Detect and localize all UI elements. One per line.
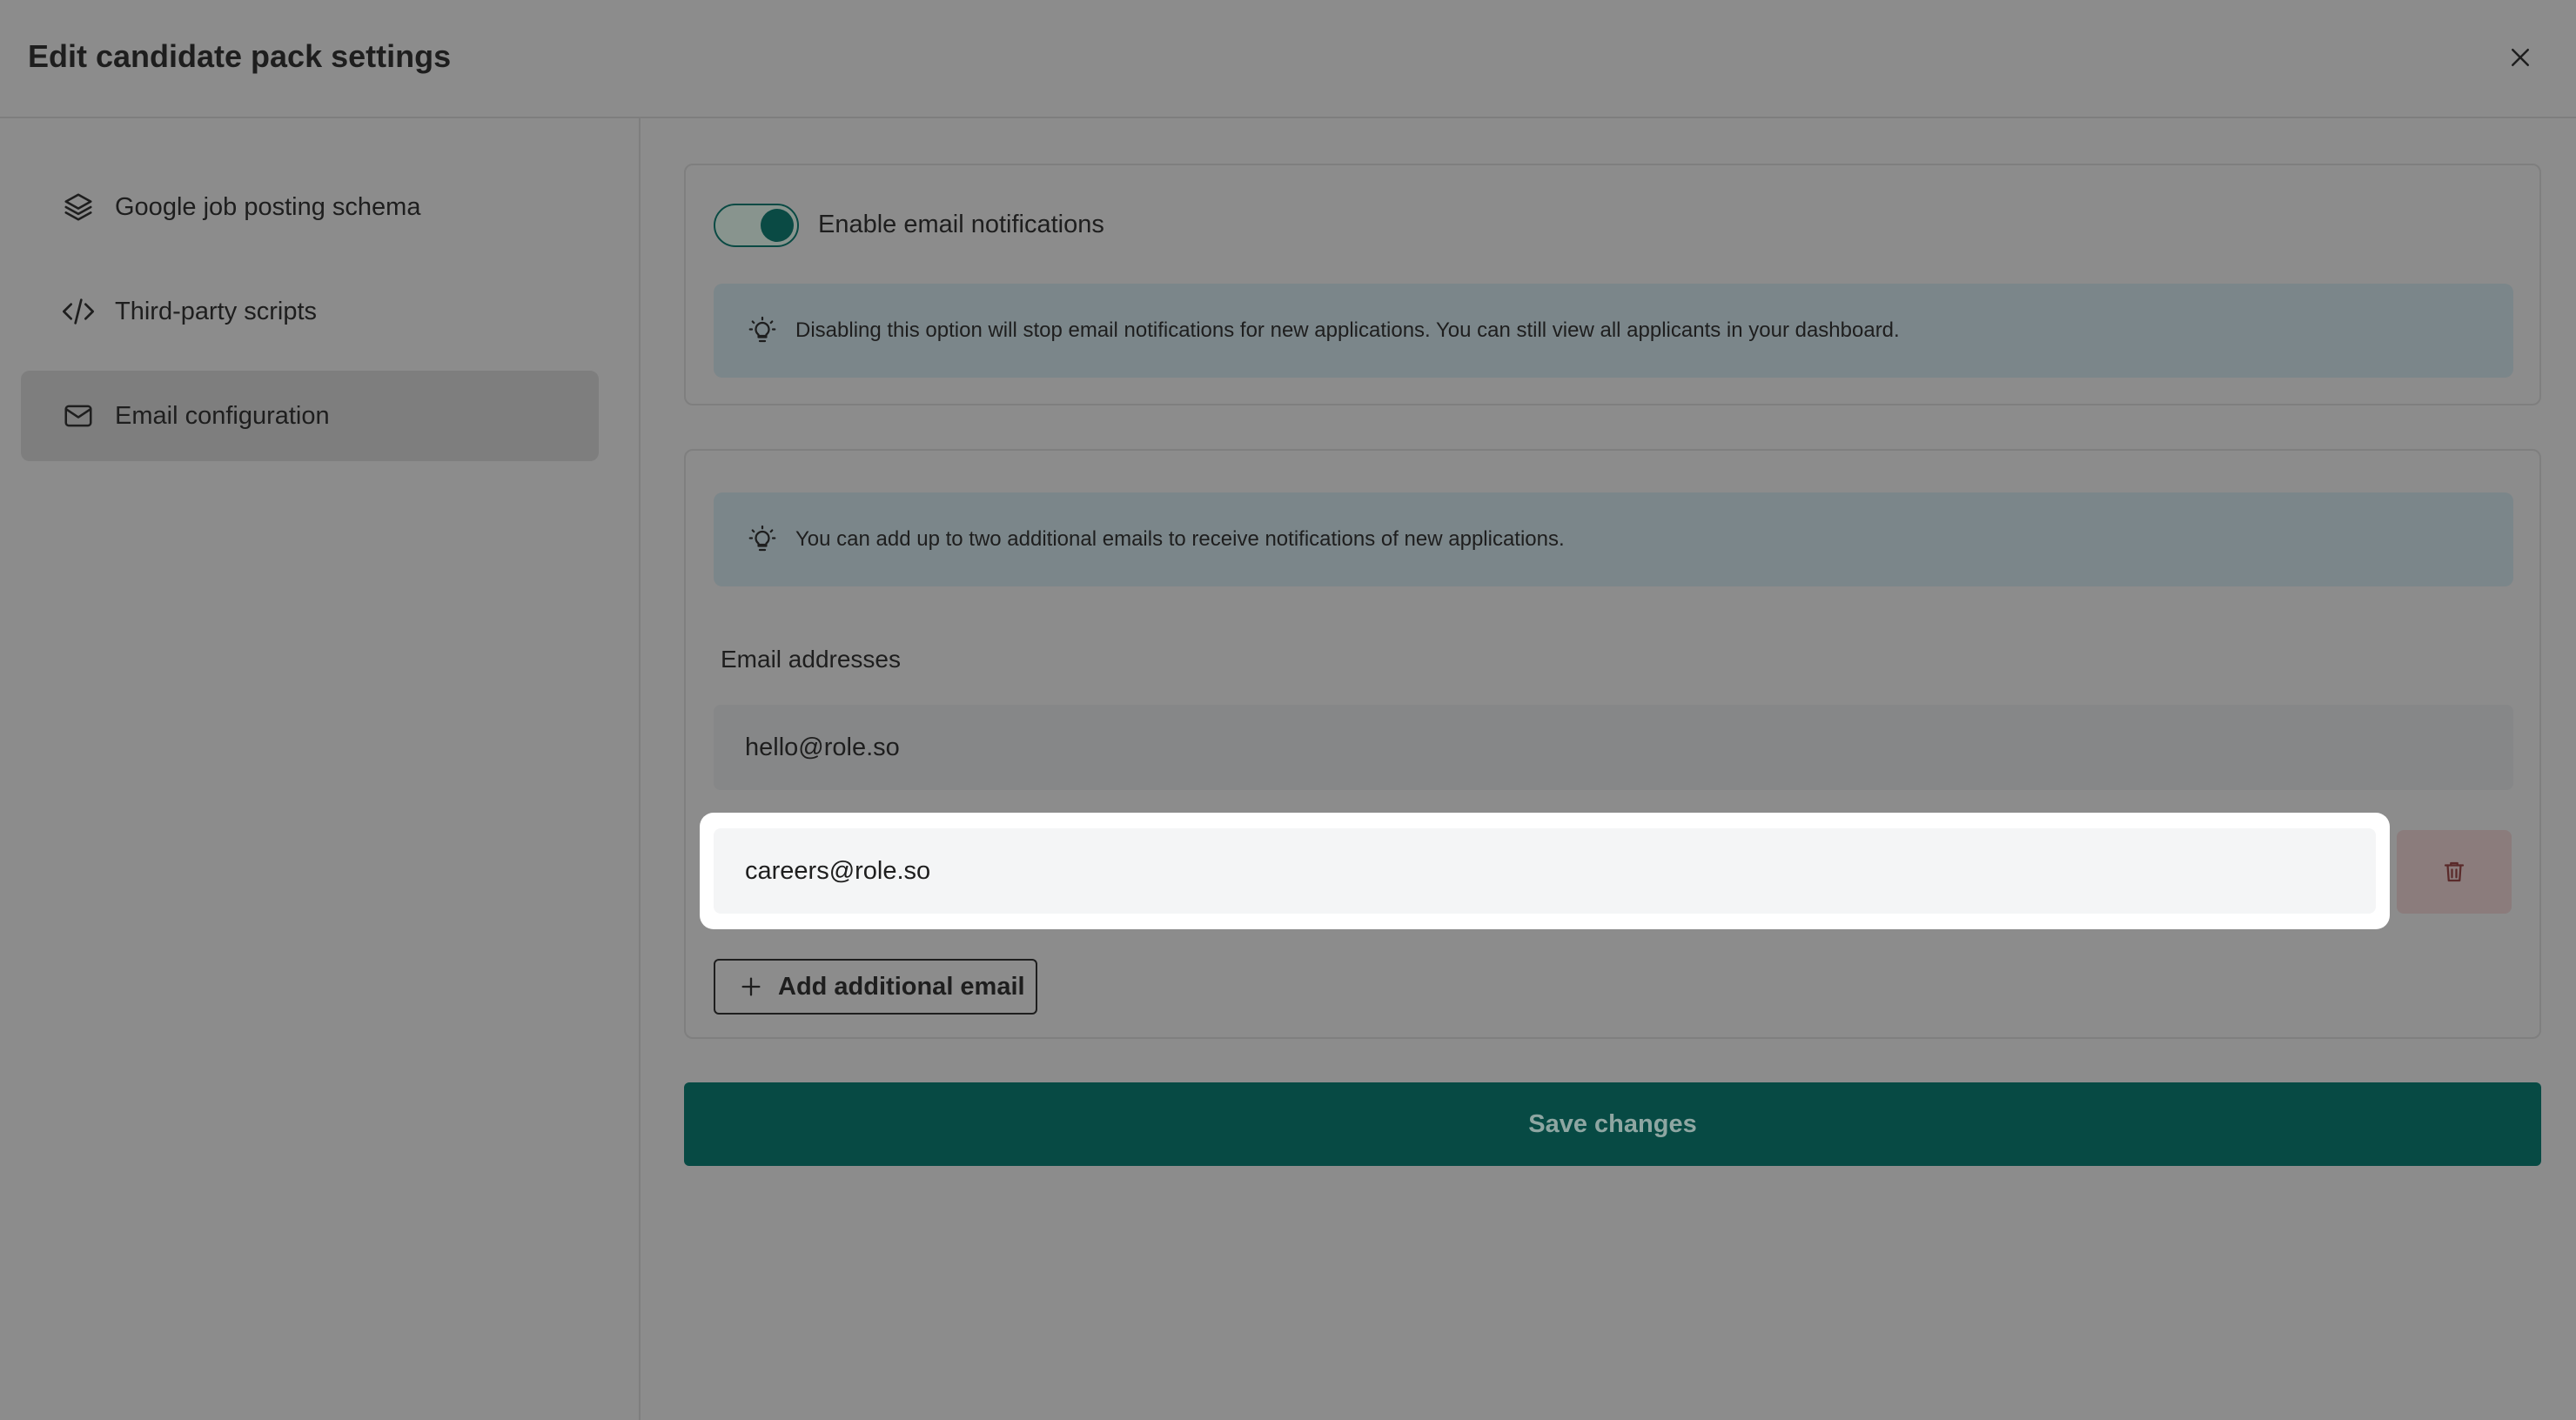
lightbulb-icon [745,522,780,557]
trash-icon [2444,861,2465,882]
notifications-card: Enable email notifications Disabling thi… [684,164,2541,405]
sidebar-nav: Google job posting schema Third-party sc… [0,118,641,1420]
dialog-header: Edit candidate pack settings [0,0,2576,118]
info-text: Disabling this option will stop email no… [795,318,1900,342]
sidebar-item-label: Third-party scripts [115,297,318,325]
email-notifications-toggle[interactable] [714,204,799,247]
lightbulb-icon [745,313,780,348]
close-button[interactable] [2499,37,2541,78]
plus-icon [738,974,764,1000]
highlighted-email-row [700,813,2390,929]
email-field-primary[interactable] [714,705,2513,790]
add-additional-email-button[interactable]: Add additional email [714,959,1037,1015]
add-email-label: Add additional email [778,972,1025,1001]
email-addresses-label: Email addresses [721,646,901,673]
save-changes-button[interactable]: Save changes [684,1082,2541,1166]
sidebar-item-google-job-posting-schema[interactable]: Google job posting schema [21,162,599,252]
code-icon [61,294,96,329]
toggle-label: Enable email notifications [818,211,1104,238]
emails-info-box: You can add up to two additional emails … [714,492,2513,586]
info-text: You can add up to two additional emails … [795,527,1565,551]
sidebar-item-label: Google job posting schema [115,192,421,221]
sidebar-item-email-configuration[interactable]: Email configuration [21,371,599,461]
email-field-additional[interactable] [714,828,2376,914]
toggle-knob [761,209,794,242]
notifications-info-box: Disabling this option will stop email no… [714,284,2513,378]
layers-icon [61,190,96,224]
sidebar-item-third-party-scripts[interactable]: Third-party scripts [21,266,599,357]
email-addresses-card: You can add up to two additional emails … [684,449,2541,1039]
dialog-title: Edit candidate pack settings [28,38,452,74]
save-label: Save changes [1528,1109,1697,1138]
sidebar-item-label: Email configuration [115,401,330,430]
mail-icon [61,399,96,433]
close-icon [2512,49,2529,66]
delete-email-button[interactable] [2397,830,2512,914]
